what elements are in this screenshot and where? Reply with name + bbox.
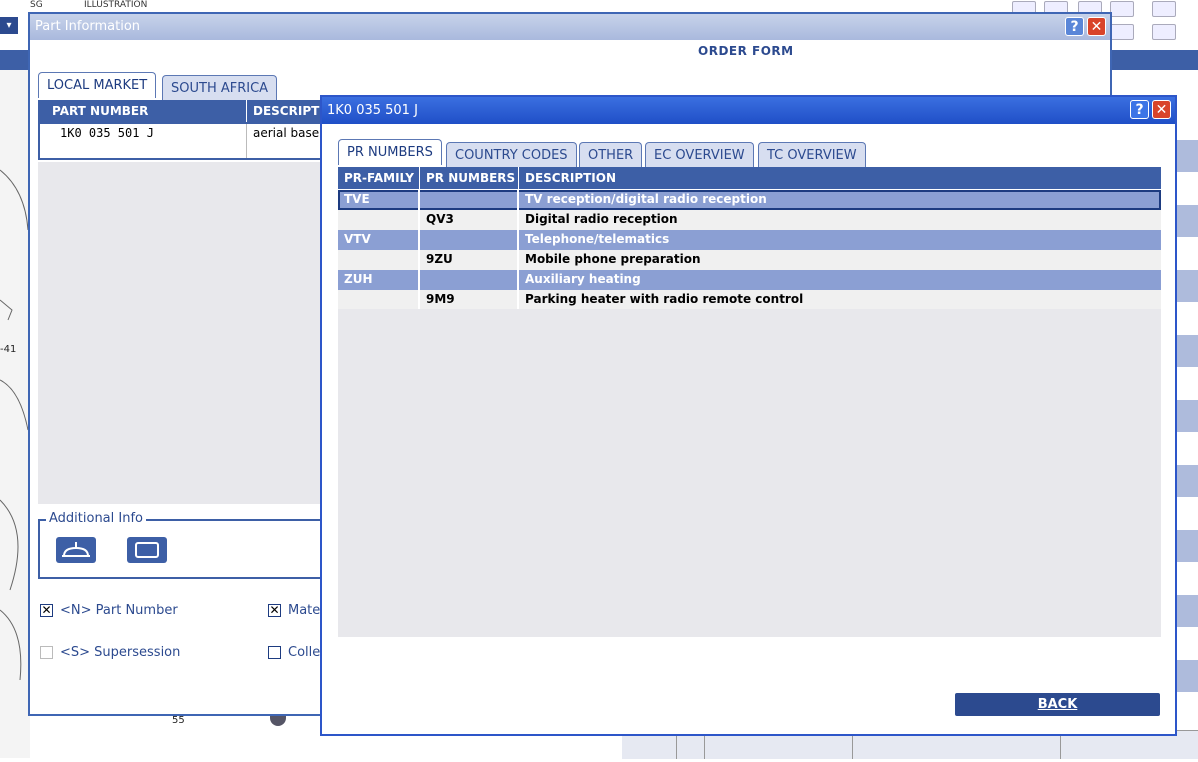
book-icon	[135, 542, 159, 558]
pr-family-cell: VTV	[338, 230, 420, 250]
back-button[interactable]: BACK	[955, 693, 1160, 716]
top-label-sg: SG	[30, 0, 43, 10]
window-icon[interactable]	[1152, 24, 1176, 40]
column-header-part-number[interactable]: PART NUMBER	[38, 100, 247, 122]
pr-family-cell: TVE	[338, 190, 420, 210]
part-dialog-titlebar[interactable]: Part Information ? ✕	[30, 14, 1110, 40]
dropdown-button[interactable]: ▾	[0, 17, 18, 34]
table-row[interactable]: 9M9 Parking heater with radio remote con…	[338, 290, 1161, 311]
back-button-label: BACK	[1037, 697, 1078, 712]
pr-number-cell	[420, 230, 519, 250]
table-row[interactable]: QV3 Digital radio reception	[338, 210, 1161, 231]
checkbox-label-part-number: <N> Part Number	[60, 603, 178, 618]
pr-description-cell: Mobile phone preparation	[525, 252, 701, 266]
checkbox-supersession	[40, 646, 53, 659]
pr-family-cell	[338, 290, 420, 310]
order-form-label[interactable]: ORDER FORM	[698, 44, 794, 58]
pr-description-cell: Parking heater with radio remote control	[525, 292, 804, 306]
tab-country-codes[interactable]: COUNTRY CODES	[446, 142, 577, 168]
help-icon[interactable]: ?	[1130, 100, 1149, 119]
table-row[interactable]: 9ZU Mobile phone preparation	[338, 250, 1161, 271]
pr-family-cell	[338, 250, 420, 270]
close-icon[interactable]: ✕	[1152, 100, 1171, 119]
checkbox-label-supersession: <S> Supersession	[60, 645, 181, 660]
tab-other[interactable]: OTHER	[579, 142, 643, 168]
checkbox-part-number[interactable]: ✕	[40, 604, 53, 617]
minus-icon[interactable]	[1110, 24, 1134, 40]
close-icon[interactable]: ✕	[1087, 17, 1106, 36]
tab-local-market[interactable]: LOCAL MARKET	[38, 72, 157, 98]
illustration-drawing	[0, 169, 29, 681]
elsa-icon[interactable]	[1152, 1, 1176, 17]
pr-dialog-titlebar[interactable]: 1K0 035 501 J ? ✕	[322, 97, 1175, 124]
illustration-part-shape	[270, 716, 286, 726]
table-row[interactable]: TVE TV reception/digital radio reception	[338, 190, 1161, 210]
pr-family-cell	[338, 210, 420, 230]
checkbox-collection[interactable]	[268, 646, 281, 659]
document-button[interactable]	[127, 537, 167, 563]
pr-number-cell	[420, 190, 519, 210]
parts-illustration	[0, 70, 30, 758]
table-row[interactable]: VTV Telephone/telematics	[338, 230, 1161, 250]
pr-number-cell: 9ZU	[420, 250, 519, 270]
car-info-icon	[62, 542, 90, 557]
tab-ec-overview[interactable]: EC OVERVIEW	[645, 142, 754, 168]
illustration-callout: -41	[0, 344, 17, 355]
top-label-illustration: ILLUSTRATION	[84, 0, 148, 10]
pr-description-cell: Digital radio reception	[525, 212, 678, 226]
pr-dialog-title: 1K0 035 501 J	[327, 103, 418, 118]
illustration-callout: 55	[172, 715, 185, 726]
pr-family-cell: ZUH	[338, 270, 420, 290]
column-header-pr-numbers[interactable]: PR NUMBERS	[420, 167, 519, 189]
pr-description-cell: Telephone/telematics	[525, 232, 670, 246]
additional-info-legend: Additional Info	[46, 511, 146, 526]
pr-number-cell: QV3	[420, 210, 519, 230]
pr-table-empty-area	[338, 309, 1161, 637]
pr-numbers-dialog: 1K0 035 501 J ? ✕ PR NUMBERS COUNTRY COD…	[320, 95, 1177, 736]
part-number-cell: 1K0 035 501 J	[40, 124, 247, 158]
part-dialog-title: Part Information	[35, 19, 141, 34]
tab-south-africa[interactable]: SOUTH AFRICA	[162, 75, 278, 101]
pr-number-cell: 9M9	[420, 290, 519, 310]
pr-description-cell: Auxiliary heating	[525, 272, 641, 286]
help-icon[interactable]: ?	[1065, 17, 1084, 36]
zoom-icon[interactable]	[1110, 1, 1134, 17]
pr-table-header: PR-FAMILY PR NUMBERS DESCRIPTION	[338, 167, 1161, 189]
column-header-pr-family[interactable]: PR-FAMILY	[338, 167, 420, 189]
pr-description-cell: TV reception/digital radio reception	[525, 192, 767, 206]
pr-number-cell	[420, 270, 519, 290]
checkbox-material[interactable]: ✕	[268, 604, 281, 617]
column-header-description[interactable]: DESCRIPTION	[519, 167, 1161, 189]
tab-tc-overview[interactable]: TC OVERVIEW	[758, 142, 866, 168]
checkbox-label-collection: Colle	[288, 645, 321, 660]
table-row[interactable]: ZUH Auxiliary heating	[338, 270, 1161, 290]
tab-pr-numbers[interactable]: PR NUMBERS	[338, 139, 442, 165]
technical-info-button[interactable]	[56, 537, 96, 563]
